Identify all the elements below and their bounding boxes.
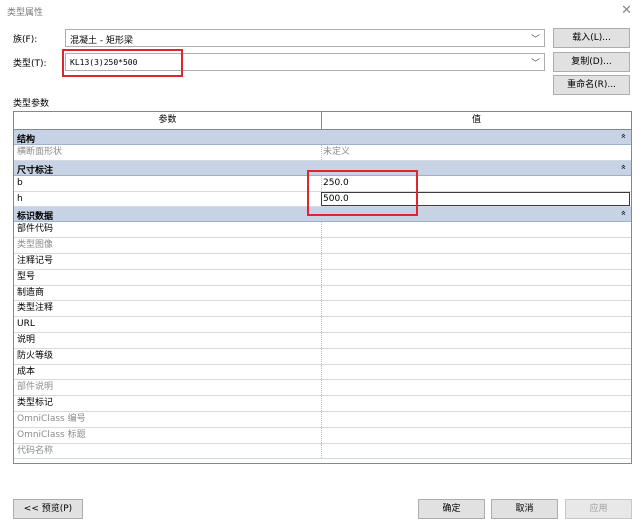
param-value[interactable] bbox=[322, 222, 631, 237]
param-value[interactable]: 250.0 bbox=[322, 176, 631, 191]
param-name: 防火等级 bbox=[14, 348, 322, 364]
type-label: 类型(T): bbox=[13, 59, 47, 69]
param-row[interactable]: 类型标记 bbox=[14, 396, 631, 412]
chevron-down-icon: ﹀ bbox=[530, 59, 540, 69]
group-label: 结构 bbox=[17, 135, 36, 145]
type-parameters-grid: 参数 值 结构 » 横断面形状 未定义尺寸标注 » b 250.0 h 500.0 标识数据 » 部件… bbox=[13, 111, 632, 464]
param-name: 型号 bbox=[14, 269, 322, 285]
param-value[interactable] bbox=[322, 286, 631, 301]
param-value[interactable] bbox=[322, 396, 631, 411]
param-row[interactable]: 类型注释 bbox=[14, 301, 631, 318]
param-name: h bbox=[14, 191, 322, 207]
group-label: 标识数据 bbox=[17, 212, 54, 223]
cancel-button[interactable]: 取消 bbox=[491, 499, 558, 519]
ok-button[interactable]: 确定 bbox=[418, 499, 485, 519]
dialog-titlebar: 类型属性 ✕ bbox=[0, 0, 642, 22]
param-row[interactable]: 防火等级 bbox=[14, 348, 631, 365]
param-value[interactable] bbox=[322, 428, 631, 443]
param-row[interactable]: b 250.0 bbox=[14, 175, 631, 192]
param-row[interactable]: 类型图像 bbox=[14, 238, 631, 254]
group-header[interactable]: 标识数据 » bbox=[14, 207, 631, 223]
param-value[interactable] bbox=[322, 317, 631, 332]
value-column-header[interactable]: 值 bbox=[322, 112, 631, 129]
dialog-title: 类型属性 bbox=[7, 8, 44, 18]
param-row[interactable]: h 500.0 bbox=[14, 191, 631, 208]
param-name: 类型标记 bbox=[14, 396, 322, 411]
chevron-down-icon: ﹀ bbox=[530, 35, 540, 45]
param-name: 说明 bbox=[14, 332, 322, 348]
param-name: OmniClass 编号 bbox=[14, 411, 322, 427]
family-value: 混凝土 - 矩形梁 bbox=[70, 36, 133, 46]
type-dropdown[interactable]: KL13(3)250*500 ﹀ bbox=[65, 53, 545, 71]
param-row[interactable]: 成本 bbox=[14, 364, 631, 381]
param-row[interactable]: 代码名称 bbox=[14, 443, 631, 460]
group-header[interactable]: 尺寸标注 » bbox=[14, 160, 631, 176]
param-row[interactable]: OmniClass 编号 bbox=[14, 411, 631, 428]
param-value[interactable] bbox=[322, 238, 631, 253]
param-value[interactable]: 未定义 bbox=[322, 145, 631, 160]
param-row[interactable]: 制造商 bbox=[14, 285, 631, 302]
param-row[interactable]: 横断面形状 未定义 bbox=[14, 145, 631, 161]
apply-button: 应用 bbox=[565, 499, 632, 519]
param-value[interactable] bbox=[322, 301, 631, 316]
param-row[interactable]: 型号 bbox=[14, 269, 631, 286]
param-row[interactable]: 部件说明 bbox=[14, 380, 631, 397]
param-name: 类型图像 bbox=[14, 238, 322, 253]
type-value: KL13(3)250*500 bbox=[70, 58, 138, 67]
duplicate-button[interactable]: 复制(D)... bbox=[553, 52, 630, 72]
param-name: 成本 bbox=[14, 364, 322, 380]
grid-body: 结构 » 横断面形状 未定义尺寸标注 » b 250.0 h 500.0 标识数据 » 部件代码 类型图… bbox=[14, 130, 631, 460]
param-value[interactable] bbox=[322, 349, 631, 364]
family-label: 族(F): bbox=[13, 35, 38, 45]
param-name: 部件说明 bbox=[14, 380, 322, 396]
close-icon[interactable]: ✕ bbox=[621, 3, 632, 18]
param-row[interactable]: URL bbox=[14, 317, 631, 333]
param-name: 制造商 bbox=[14, 285, 322, 301]
type-parameters-label: 类型参数 bbox=[13, 99, 50, 109]
param-value[interactable] bbox=[322, 412, 631, 427]
param-name: 代码名称 bbox=[14, 443, 322, 459]
param-column-header[interactable]: 参数 bbox=[14, 112, 322, 129]
param-name: 部件代码 bbox=[14, 222, 322, 238]
collapse-icon[interactable]: » bbox=[619, 133, 629, 139]
collapse-icon[interactable]: » bbox=[619, 211, 629, 217]
param-value[interactable] bbox=[322, 380, 631, 395]
group-header[interactable]: 结构 » bbox=[14, 130, 631, 145]
param-name: URL bbox=[14, 317, 322, 332]
load-button[interactable]: 载入(L)... bbox=[553, 28, 630, 48]
param-value[interactable] bbox=[322, 333, 631, 348]
param-value-input[interactable]: 500.0 bbox=[321, 191, 630, 207]
group-label: 尺寸标注 bbox=[17, 165, 54, 176]
param-value[interactable] bbox=[322, 270, 631, 285]
param-value[interactable] bbox=[322, 444, 631, 459]
preview-button[interactable]: << 预览(P) bbox=[13, 499, 83, 519]
param-row[interactable]: 部件代码 bbox=[14, 222, 631, 239]
rename-button[interactable]: 重命名(R)... bbox=[553, 75, 630, 95]
param-row[interactable]: 说明 bbox=[14, 332, 631, 349]
grid-header: 参数 值 bbox=[14, 112, 631, 130]
param-name: 注释记号 bbox=[14, 253, 322, 269]
param-row[interactable]: 注释记号 bbox=[14, 253, 631, 270]
param-value[interactable] bbox=[322, 365, 631, 380]
param-name: OmniClass 标题 bbox=[14, 427, 322, 443]
param-value[interactable] bbox=[322, 254, 631, 269]
family-dropdown[interactable]: 混凝土 - 矩形梁 ﹀ bbox=[65, 29, 545, 47]
param-name: b bbox=[14, 175, 322, 191]
param-name: 类型注释 bbox=[14, 301, 322, 317]
param-row[interactable]: OmniClass 标题 bbox=[14, 427, 631, 444]
param-name: 横断面形状 bbox=[14, 145, 322, 160]
collapse-icon[interactable]: » bbox=[619, 164, 629, 170]
